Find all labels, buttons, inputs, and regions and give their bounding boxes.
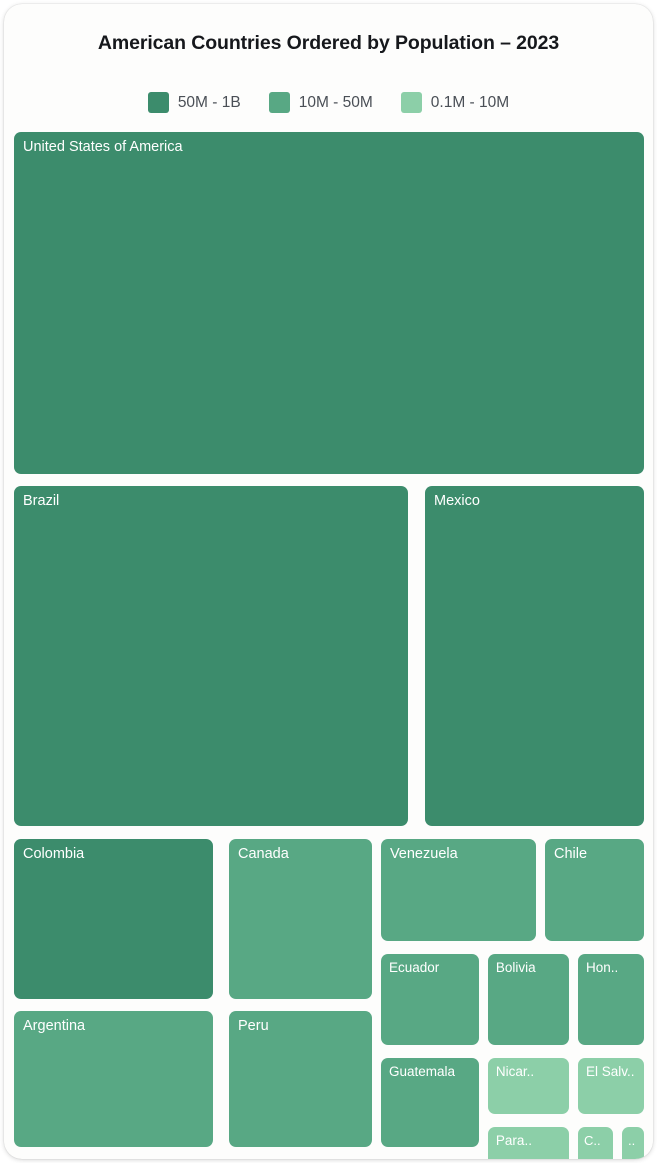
treemap-tile[interactable]: Bolivia [487,953,569,1045]
treemap-tile-label: Guatemala [388,1063,455,1079]
treemap-tile[interactable]: Nicar.. [487,1057,569,1114]
legend-item-label: 10M - 50M [298,93,373,111]
treemap-tile-label: El Salv.. [586,1063,635,1079]
treemap-tile-label: Peru [238,1018,269,1035]
legend-item-label: 50M - 1B [177,93,241,111]
legend-swatch-icon [268,92,290,113]
treemap-tile[interactable]: Hon.. [578,953,644,1045]
treemap-tile[interactable]: Colombia [14,839,213,999]
treemap-tile[interactable]: .. [621,1126,644,1159]
legend-item[interactable]: 10M - 50M [268,92,373,113]
treemap-tile[interactable]: United States of America [14,132,644,474]
treemap-tile-label: Argentina [23,1018,86,1035]
treemap-tile[interactable]: Peru [229,1011,372,1147]
treemap-tile[interactable]: Canada [229,839,372,999]
legend-swatch-icon [147,92,169,113]
treemap-tile-label: Mexico [434,493,480,510]
legend: 50M - 1B 10M - 50M 0.1M - 10M [4,92,653,113]
treemap-tile-label: Venezuela [389,846,458,862]
treemap-tile[interactable]: Chile [545,839,644,941]
treemap-tile[interactable]: C.. [578,1126,613,1159]
treemap-tile-label: Ecuador [388,959,440,975]
chart-card: American Countries Ordered by Population… [4,4,653,1159]
treemap-tile-label: Chile [554,846,588,862]
treemap-tile-label: C.. [584,1132,601,1148]
treemap-tile[interactable]: Argentina [14,1011,213,1147]
treemap-tile[interactable]: Mexico [425,486,644,826]
treemap-tile[interactable]: Brazil [14,486,409,826]
treemap-tile[interactable]: El Salv.. [578,1057,644,1114]
page-title: American Countries Ordered by Population… [97,32,560,54]
treemap-tile-label: Canada [238,846,289,862]
legend-item-label: 0.1M - 10M [430,93,510,111]
treemap-tile-label: Hon.. [586,959,619,975]
legend-swatch-icon [400,92,422,113]
treemap-tile[interactable]: Venezuela [380,839,536,941]
treemap-tile-label: Brazil [23,493,60,510]
treemap-tile-label: United States of America [23,139,183,155]
legend-item[interactable]: 0.1M - 10M [400,92,510,113]
treemap-tile[interactable]: Ecuador [380,953,479,1045]
treemap-chart: United States of America Brazil Mexico Colo… [14,132,647,1159]
treemap-tile-label: .. [627,1132,636,1148]
treemap-tile-label: Para.. [495,1132,532,1148]
legend-item[interactable]: 50M - 1B [147,92,241,113]
treemap-tile-label: Bolivia [495,959,536,975]
treemap-tile-label: Nicar.. [495,1063,535,1079]
treemap-tile-label: Colombia [23,846,85,862]
treemap-tile[interactable]: Para.. [487,1126,569,1159]
treemap-tile[interactable]: Guatemala [380,1057,479,1147]
